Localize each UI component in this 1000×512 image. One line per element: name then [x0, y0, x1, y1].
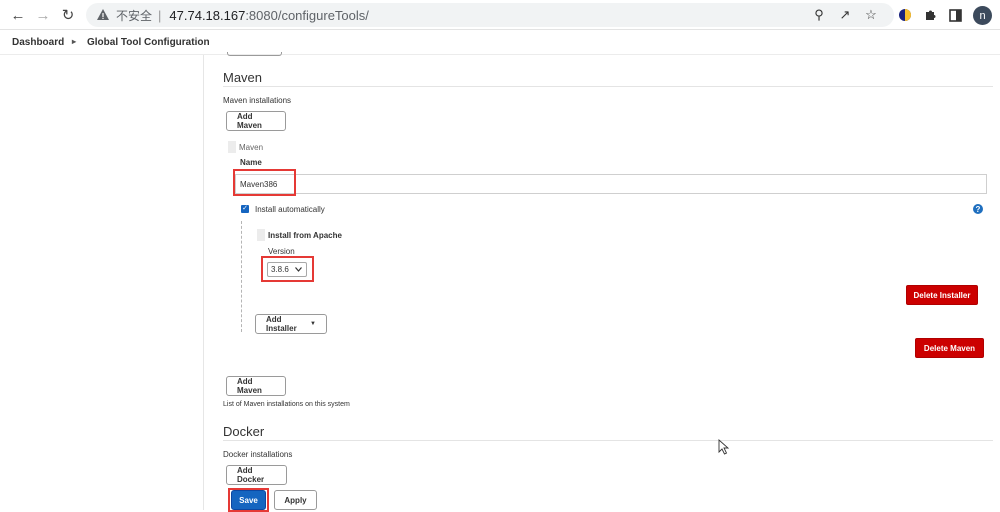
address-separator: |	[158, 7, 162, 23]
docker-installations-label: Docker installations	[223, 450, 293, 459]
mouse-cursor-icon	[718, 439, 730, 455]
add-maven-button-bottom[interactable]: Add Maven	[226, 376, 286, 396]
drag-handle[interactable]	[228, 141, 236, 153]
warning-icon[interactable]	[96, 8, 110, 22]
docker-section-title: Docker	[223, 424, 265, 439]
forward-arrow-icon[interactable]: →	[33, 5, 53, 25]
maven-title-rule	[223, 86, 993, 87]
version-highlight-box	[261, 256, 314, 282]
side-panel-icon[interactable]	[946, 6, 964, 24]
profile-avatar[interactable]: n	[973, 6, 992, 25]
dropdown-caret-icon: ▼	[310, 321, 316, 327]
name-label: Name	[240, 158, 262, 167]
installer-drag-handle[interactable]	[257, 229, 265, 241]
save-highlight-box	[228, 488, 269, 512]
breadcrumb-dashboard[interactable]: Dashboard	[12, 37, 64, 48]
reload-icon[interactable]: ↻	[58, 5, 78, 25]
maven-section-title: Maven	[223, 70, 263, 85]
url-path: :8080/configureTools/	[245, 7, 369, 23]
add-installer-button[interactable]: Add Installer ▼	[255, 314, 327, 334]
maven-name-input[interactable]: Maven386	[235, 174, 987, 194]
maven-installations-label: Maven installations	[223, 96, 292, 105]
share-icon[interactable]: ↗	[836, 6, 854, 24]
previous-section-button[interactable]	[227, 52, 282, 56]
install-automatically-checkbox[interactable]: ✓	[241, 205, 249, 213]
zoom-icon[interactable]: ⚲	[810, 6, 828, 24]
help-icon[interactable]: ?	[973, 204, 983, 214]
extension-logo-icon[interactable]	[896, 6, 914, 24]
delete-maven-button[interactable]: Delete Maven	[915, 338, 984, 358]
address-bar[interactable]: 不安全 | 47.74.18.167:8080/configureTools/	[86, 3, 894, 27]
back-arrow-icon[interactable]: ←	[8, 5, 28, 25]
add-maven-button-top[interactable]: Add Maven	[226, 111, 286, 131]
maven-list-note: List of Maven installations on this syst…	[223, 401, 350, 408]
apply-button[interactable]: Apply	[274, 490, 317, 510]
insecure-label: 不安全	[116, 8, 153, 23]
installer-dashed-border	[241, 221, 242, 332]
url-host: 47.74.18.167	[169, 7, 246, 23]
version-label: Version	[268, 247, 295, 256]
name-highlight-box	[233, 169, 296, 196]
breadcrumb-chevron-icon[interactable]: ▸	[72, 37, 76, 46]
maven-item-header: Maven	[239, 143, 264, 152]
docker-title-rule	[223, 440, 993, 441]
bookmark-star-icon[interactable]: ☆	[862, 6, 880, 24]
extensions-puzzle-icon[interactable]	[921, 6, 939, 24]
install-from-apache-title: Install from Apache	[268, 231, 342, 240]
delete-installer-button[interactable]: Delete Installer	[906, 285, 978, 305]
add-installer-label: Add Installer	[266, 315, 297, 333]
sidebar-divider	[203, 55, 204, 510]
breadcrumb: Dashboard ▸ Global Tool Configuration	[0, 31, 1000, 55]
breadcrumb-global-tool-configuration[interactable]: Global Tool Configuration	[87, 37, 210, 48]
browser-toolbar: ← → ↻ 不安全 | 47.74.18.167:8080/configureT…	[0, 0, 1000, 30]
add-docker-button[interactable]: Add Docker	[226, 465, 287, 485]
install-automatically-label: Install automatically	[255, 205, 325, 214]
